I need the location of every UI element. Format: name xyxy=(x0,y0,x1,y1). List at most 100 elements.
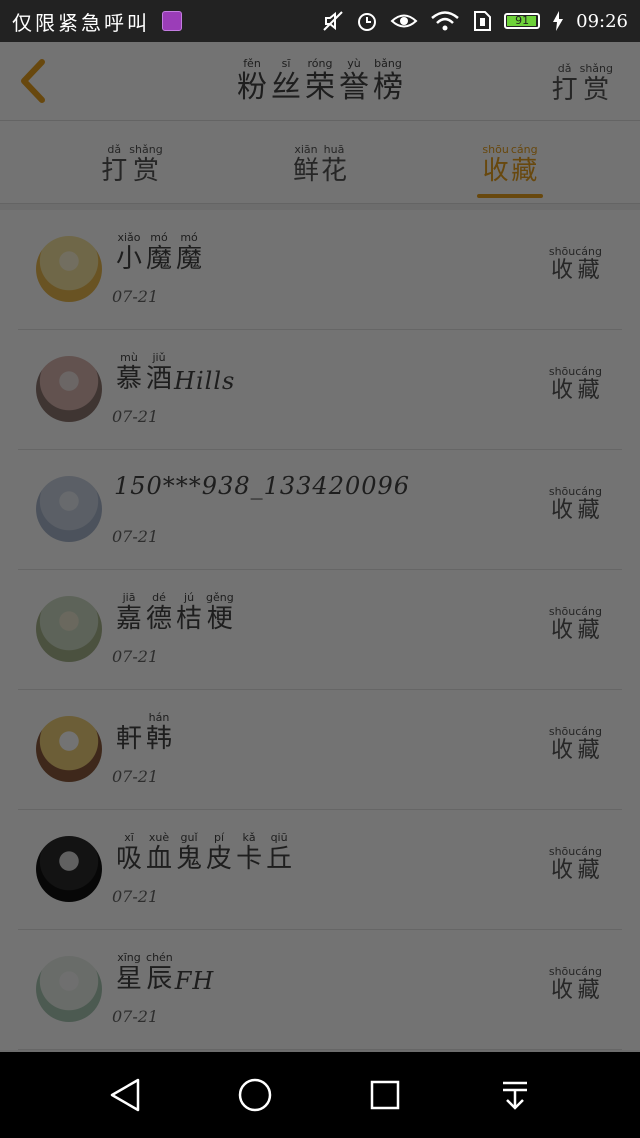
tab-flowers[interactable]: 鲜xiān 花huā xyxy=(250,121,390,203)
eye-icon xyxy=(390,14,418,28)
ruby-base: 卡 xyxy=(236,844,263,874)
ruby-char: 藏cáng xyxy=(575,245,602,283)
ruby-pinyin: shōu xyxy=(548,605,576,618)
user-name-latin: Hills xyxy=(174,367,236,395)
list-item[interactable]: 150***938_133420096 07-21 收shōu藏cáng xyxy=(18,450,622,570)
tab-favorites[interactable]: 收shōu 藏cáng xyxy=(440,121,580,203)
ruby-base: 吸 xyxy=(116,844,143,874)
back-triangle-icon xyxy=(110,1078,140,1112)
ruby-pinyin: dé xyxy=(146,591,173,604)
nav-home-button[interactable] xyxy=(225,1065,285,1125)
avatar[interactable] xyxy=(36,716,102,782)
reward-button[interactable]: 打dǎ 赏shǎng xyxy=(551,42,614,120)
ruby-char: 誉yù xyxy=(339,57,369,106)
avatar[interactable] xyxy=(36,836,102,902)
ruby-pinyin: bǎng xyxy=(373,57,403,70)
ruby-char: 德dé xyxy=(146,591,173,635)
charging-icon xyxy=(553,11,564,31)
ruby-pinyin: cáng xyxy=(510,143,538,156)
ruby-char: 粉fěn xyxy=(237,57,267,106)
ruby-base: 魔 xyxy=(176,244,203,274)
list-item[interactable]: 嘉jiā 德dé 桔jú 梗gěng 07-21 收shōu藏cáng xyxy=(18,570,622,690)
ruby-base: 誉 xyxy=(339,70,369,105)
tab-reward[interactable]: 打dǎ 赏shǎng xyxy=(62,121,202,203)
ruby-base: 星 xyxy=(116,964,143,994)
nav-recents-button[interactable] xyxy=(355,1065,415,1125)
ruby-base: 小 xyxy=(116,244,143,274)
ruby-base: 粉 xyxy=(237,70,267,105)
ruby-base: 軒 xyxy=(116,724,143,754)
ruby-pinyin: shōu xyxy=(548,485,576,498)
ruby-char: 收shōu xyxy=(548,245,576,283)
ruby-char: 魔mó xyxy=(146,231,172,275)
ruby-pinyin: xīng xyxy=(116,951,142,964)
ruby-base: 梗 xyxy=(206,604,234,634)
favorite-date: 07-21 xyxy=(112,1007,159,1026)
ruby-pinyin: shōu xyxy=(548,245,576,258)
ruby-base: 收 xyxy=(548,858,576,883)
navigation-bar xyxy=(0,1052,640,1138)
avatar[interactable] xyxy=(36,356,102,422)
list-item[interactable]: 吸xī 血xuè 鬼guǐ 皮pí 卡kǎ 丘qiū 07-21 收shōu藏cáng xyxy=(18,810,622,930)
ruby-pinyin: kǎ xyxy=(236,831,263,844)
battery-level: 91 xyxy=(515,14,530,27)
favorite-label: 收shōu藏cáng xyxy=(548,245,602,284)
avatar[interactable] xyxy=(36,236,102,302)
avatar[interactable] xyxy=(36,476,102,542)
ruby-pinyin: jiǔ xyxy=(146,351,173,364)
favorite-date: 07-21 xyxy=(112,887,159,906)
ruby-pinyin: shōu xyxy=(548,365,576,378)
ruby-pinyin: cáng xyxy=(575,965,602,978)
ruby-base: 辰 xyxy=(146,964,173,994)
ruby-base: 酒 xyxy=(146,364,173,394)
ruby-char: 鬼guǐ xyxy=(176,831,203,875)
list-item[interactable]: 星xīng 辰chén FH 07-21 收shōu藏cáng xyxy=(18,930,622,1050)
list-item[interactable]: 小xiǎo 魔mó 魔mó 07-21 收shōu藏cáng xyxy=(18,210,622,330)
ruby-char: 丘qiū xyxy=(266,831,293,875)
ruby-base: 藏 xyxy=(575,618,602,643)
avatar[interactable] xyxy=(36,596,102,662)
list-item[interactable]: 軒韩hán 07-21 收shōu藏cáng xyxy=(18,690,622,810)
ruby-pinyin: yù xyxy=(339,57,369,70)
ruby-pinyin: shǎng xyxy=(129,143,163,156)
ruby-base: 收 xyxy=(548,258,576,283)
ruby-base: 藏 xyxy=(510,156,538,186)
ruby-pinyin: shǎng xyxy=(579,62,613,75)
ruby-base: 收 xyxy=(548,618,576,643)
user-name: 吸xī 血xuè 鬼guǐ 皮pí 卡kǎ 丘qiū xyxy=(114,831,294,875)
ruby-char: 辰chén xyxy=(146,951,173,995)
ruby-base: 打 xyxy=(101,156,128,186)
ruby-pinyin: mó xyxy=(176,231,203,244)
favorite-label: 收shōu藏cáng xyxy=(548,365,602,404)
ruby-pinyin: gěng xyxy=(206,591,234,604)
avatar[interactable] xyxy=(36,956,102,1022)
ruby-base: 丝 xyxy=(271,70,301,105)
ruby-char: 星xīng xyxy=(116,951,143,995)
ruby-pinyin: shōu xyxy=(548,725,576,738)
nav-pulldown-button[interactable] xyxy=(485,1065,545,1125)
recents-square-icon xyxy=(370,1080,400,1110)
ruby-char: 赏shǎng xyxy=(579,62,613,106)
ruby-char: 花huā xyxy=(321,143,347,187)
ruby-char: 藏cáng xyxy=(510,143,538,187)
wifi-icon xyxy=(431,11,459,31)
page-title: 粉fěn 丝sī 荣róng 誉yù 榜bǎng xyxy=(0,42,640,120)
favorite-date: 07-21 xyxy=(112,287,159,306)
favorite-date: 07-21 xyxy=(112,407,159,426)
ruby-pinyin: cáng xyxy=(575,725,602,738)
ruby-pinyin: huā xyxy=(321,143,347,156)
favorites-list: 小xiǎo 魔mó 魔mó 07-21 收shōu藏cáng 慕mù 酒jiǔ Hills 07… xyxy=(0,210,640,1050)
nav-back-button[interactable] xyxy=(95,1065,155,1125)
favorite-label: 收shōu藏cáng xyxy=(548,605,602,644)
ruby-base: 血 xyxy=(146,844,173,874)
ruby-base: 丘 xyxy=(266,844,293,874)
ruby-char: 魔mó xyxy=(176,231,203,275)
carrier-text: 仅限紧急呼叫 xyxy=(12,10,150,35)
ruby-base: 嘉 xyxy=(116,604,143,634)
ruby-base: 鬼 xyxy=(176,844,203,874)
list-item[interactable]: 慕mù 酒jiǔ Hills 07-21 收shōu藏cáng xyxy=(18,330,622,450)
ruby-char: 軒 xyxy=(116,718,142,755)
ruby-pinyin: shōu xyxy=(482,143,509,156)
ruby-pinyin: dǎ xyxy=(101,143,128,156)
ruby-pinyin: cáng xyxy=(575,245,602,258)
